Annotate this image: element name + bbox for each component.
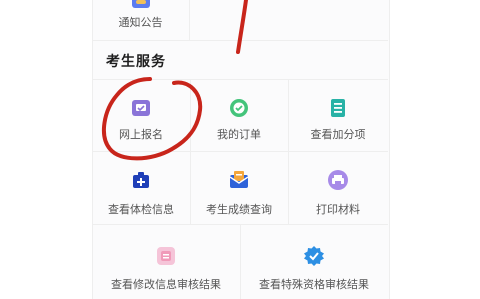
medical-kit-icon: [130, 169, 152, 191]
modify-review-icon: [155, 245, 177, 267]
service-print-materials[interactable]: 打印材料: [289, 152, 387, 224]
service-row-1: 网上报名 我的订单 查看加分项: [92, 79, 388, 152]
app-screen: 通知公告 考生服务 网上报名 我的订单 查看加分项 查看体检信息 考生成绩查询 …: [0, 0, 480, 299]
service-label: 打印材料: [316, 203, 360, 216]
notice-item[interactable]: 通知公告: [92, 0, 190, 40]
service-label: 查看特殊资格审核结果: [259, 278, 369, 291]
service-view-special-review[interactable]: 查看特殊资格审核结果: [240, 225, 388, 299]
order-icon: [228, 97, 250, 119]
notice-label: 通知公告: [118, 16, 163, 29]
score-mail-icon: [228, 169, 250, 191]
section-title: 考生服务: [106, 54, 166, 70]
service-label: 查看体检信息: [108, 203, 174, 216]
service-row-3: 查看修改信息审核结果 查看特殊资格审核结果: [92, 224, 388, 299]
service-label: 考生成绩查询: [206, 203, 272, 216]
notice-icon: [132, 0, 150, 8]
service-online-registration[interactable]: 网上报名: [92, 80, 191, 152]
document-list-icon: [327, 97, 349, 119]
service-score-query[interactable]: 考生成绩查询: [190, 152, 289, 224]
service-view-medical-info[interactable]: 查看体检信息: [92, 152, 191, 224]
service-view-bonus-points[interactable]: 查看加分项: [289, 80, 387, 152]
registration-icon: [130, 97, 152, 119]
service-label: 查看加分项: [310, 128, 366, 141]
service-label: 查看修改信息审核结果: [111, 278, 221, 291]
service-label: 我的订单: [217, 128, 261, 141]
service-my-orders[interactable]: 我的订单: [190, 80, 289, 152]
service-view-modify-review[interactable]: 查看修改信息审核结果: [92, 225, 241, 299]
printer-icon: [327, 169, 349, 191]
top-services-row: 通知公告: [92, 0, 388, 41]
badge-check-icon: [303, 245, 325, 267]
service-row-2: 查看体检信息 考生成绩查询 打印材料: [92, 151, 388, 224]
service-label: 网上报名: [119, 128, 163, 141]
